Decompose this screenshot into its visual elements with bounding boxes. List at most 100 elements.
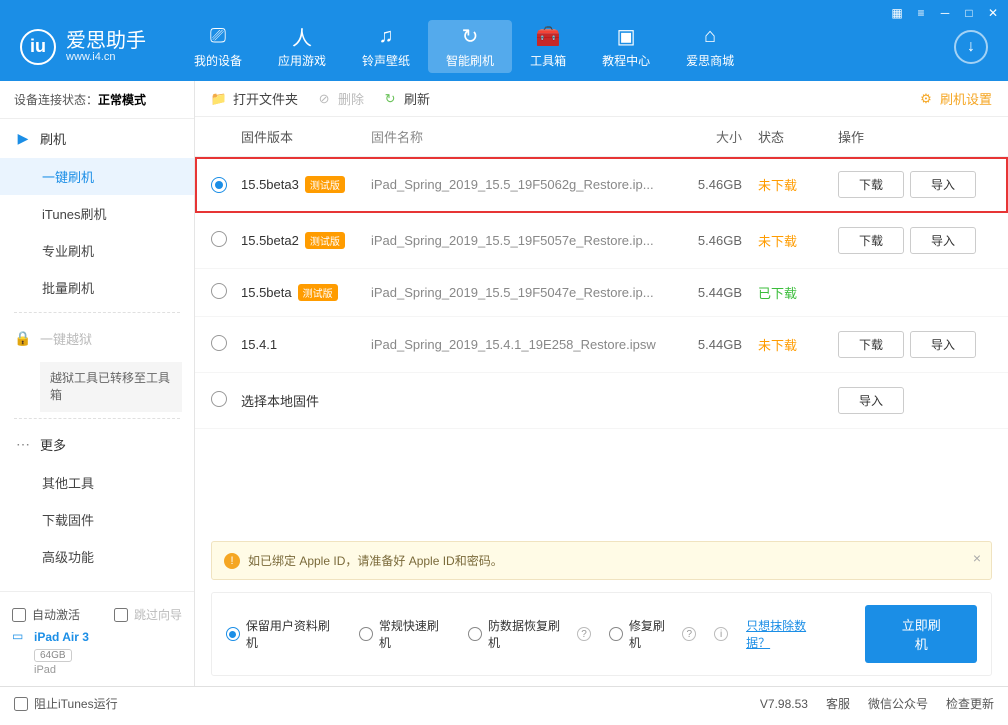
firmware-size: 5.44GB: [672, 285, 742, 300]
refresh-icon: ↻: [382, 91, 398, 107]
device-icon: ⎚: [206, 24, 230, 48]
maximize-icon[interactable]: □: [962, 6, 976, 20]
navtab-device[interactable]: ⎚我的设备: [176, 20, 260, 73]
footer-wechat[interactable]: 微信公众号: [868, 695, 928, 712]
gift-icon[interactable]: ▦: [890, 6, 904, 20]
flash-option-0[interactable]: 保留用户资料刷机: [226, 617, 341, 651]
beta-tag: 测试版: [305, 232, 345, 249]
op-button[interactable]: 下载: [838, 227, 904, 254]
refresh-button[interactable]: ↻ 刷新: [382, 89, 430, 108]
navtab-apps[interactable]: 人应用游戏: [260, 20, 344, 73]
firmware-row[interactable]: 选择本地固件 导入: [195, 373, 1008, 429]
warning-icon: !: [224, 553, 240, 569]
open-folder-button[interactable]: 📁 打开文件夹: [211, 89, 298, 108]
sidebar-item-2[interactable]: 专业刷机: [0, 232, 194, 269]
device-capacity: 64GB: [34, 649, 72, 662]
logo: iu 爱思助手 www.i4.cn: [20, 29, 146, 65]
gear-icon: ⚙: [918, 91, 934, 107]
navtab-shop[interactable]: ⌂爱思商城: [668, 20, 752, 73]
firmware-status: 未下载: [742, 175, 822, 194]
flash-option-1[interactable]: 常规快速刷机: [359, 617, 450, 651]
row-radio[interactable]: [211, 231, 227, 247]
op-button[interactable]: 导入: [838, 387, 904, 414]
firmware-name: iPad_Spring_2019_15.5_19F5057e_Restore.i…: [371, 233, 672, 248]
sidebar-item-3[interactable]: 批量刷机: [0, 269, 194, 306]
navtab-toolbox[interactable]: 🧰工具箱: [512, 20, 584, 73]
erase-data-link[interactable]: 只想抹除数据？: [746, 617, 829, 651]
sidebar-group-flash[interactable]: ▶ 刷机: [0, 119, 194, 158]
beta-tag: 测试版: [305, 176, 345, 193]
block-itunes-checkbox[interactable]: 阻止iTunes运行: [14, 695, 118, 712]
sidebar-more-item-0[interactable]: 其他工具: [0, 464, 194, 501]
auto-activate-checkbox[interactable]: 自动激活 跳过向导: [12, 606, 182, 623]
tutorial-icon: ▣: [614, 24, 638, 48]
apps-icon: 人: [290, 24, 314, 48]
sidebar-item-1[interactable]: iTunes刷机: [0, 195, 194, 232]
firmware-row[interactable]: 15.4.1 iPad_Spring_2019_15.4.1_19E258_Re…: [195, 317, 1008, 373]
flash-option-3[interactable]: 修复刷机 ?: [609, 617, 696, 651]
more-icon: ⋯: [14, 435, 32, 453]
navtab-ringtone[interactable]: ♫铃声壁纸: [344, 20, 428, 73]
menu-icon[interactable]: ≡: [914, 6, 928, 20]
help-icon[interactable]: ?: [682, 627, 696, 641]
beta-tag: 测试版: [298, 284, 338, 301]
firmware-name: iPad_Spring_2019_15.5_19F5062g_Restore.i…: [371, 177, 672, 192]
op-button[interactable]: 导入: [910, 331, 976, 358]
device-type: iPad: [34, 664, 182, 676]
delete-button[interactable]: ⊘ 删除: [316, 89, 364, 108]
refresh-icon: ↻: [458, 24, 482, 48]
close-icon[interactable]: ✕: [986, 6, 1000, 20]
row-radio[interactable]: [211, 177, 227, 193]
firmware-status: 已下载: [742, 283, 822, 302]
help-icon[interactable]: i: [714, 627, 728, 641]
footer-update[interactable]: 检查更新: [946, 695, 994, 712]
lock-icon: 🔒: [14, 330, 32, 348]
op-button[interactable]: 下载: [838, 331, 904, 358]
logo-text: 爱思助手: [66, 31, 146, 51]
flash-icon: ▶: [14, 130, 32, 148]
device-row[interactable]: ▭ iPad Air 3: [12, 629, 182, 645]
row-radio[interactable]: [211, 283, 227, 299]
firmware-name: iPad_Spring_2019_15.4.1_19E258_Restore.i…: [371, 337, 672, 352]
firmware-row[interactable]: 15.5beta3测试版 iPad_Spring_2019_15.5_19F50…: [195, 157, 1008, 213]
firmware-row[interactable]: 15.5beta测试版 iPad_Spring_2019_15.5_19F504…: [195, 269, 1008, 317]
navtab-refresh[interactable]: ↻智能刷机: [428, 20, 512, 73]
sidebar-item-0[interactable]: 一键刷机: [0, 158, 194, 195]
sidebar-more-item-2[interactable]: 高级功能: [0, 538, 194, 575]
firmware-row[interactable]: 15.5beta2测试版 iPad_Spring_2019_15.5_19F50…: [195, 213, 1008, 269]
help-icon[interactable]: ?: [577, 627, 591, 641]
firmware-status: 未下载: [742, 231, 822, 250]
sidebar-group-jailbreak[interactable]: 🔒 一键越狱: [0, 319, 194, 358]
op-button[interactable]: 导入: [910, 171, 976, 198]
sidebar-more-item-1[interactable]: 下载固件: [0, 501, 194, 538]
logo-url: www.i4.cn: [66, 51, 146, 63]
folder-icon: 📁: [211, 91, 227, 107]
flash-now-button[interactable]: 立即刷机: [865, 605, 977, 663]
ringtone-icon: ♫: [374, 24, 398, 48]
op-button[interactable]: 下载: [838, 171, 904, 198]
navtab-tutorial[interactable]: ▣教程中心: [584, 20, 668, 73]
row-radio[interactable]: [211, 391, 227, 407]
firmware-name: iPad_Spring_2019_15.5_19F5047e_Restore.i…: [371, 285, 672, 300]
flash-option-2[interactable]: 防数据恢复刷机 ?: [468, 617, 591, 651]
footer-service[interactable]: 客服: [826, 695, 850, 712]
minimize-icon[interactable]: ─: [938, 6, 952, 20]
firmware-size: 5.46GB: [672, 177, 742, 192]
download-circle-icon[interactable]: ↓: [954, 30, 988, 64]
device-name: iPad Air 3: [34, 630, 89, 644]
row-radio[interactable]: [211, 335, 227, 351]
device-icon: ▭: [12, 629, 28, 645]
app-version: V7.98.53: [760, 697, 808, 711]
connection-status: 设备连接状态：正常模式: [0, 81, 194, 119]
sidebar-group-more[interactable]: ⋯ 更多: [0, 425, 194, 464]
shop-icon: ⌂: [698, 24, 722, 48]
op-button[interactable]: 导入: [910, 227, 976, 254]
notice-bar: ! 如已绑定 Apple ID，请准备好 Apple ID和密码。 ×: [211, 541, 992, 580]
notice-close-icon[interactable]: ×: [973, 550, 981, 566]
firmware-size: 5.44GB: [672, 337, 742, 352]
toolbox-icon: 🧰: [536, 24, 560, 48]
flash-settings-button[interactable]: ⚙ 刷机设置: [918, 89, 992, 108]
table-header: 固件版本 固件名称 大小 状态 操作: [195, 117, 1008, 157]
logo-icon: iu: [20, 29, 56, 65]
flash-action-bar: 保留用户资料刷机常规快速刷机防数据恢复刷机 ?修复刷机 ? i 只想抹除数据？ …: [211, 592, 992, 676]
